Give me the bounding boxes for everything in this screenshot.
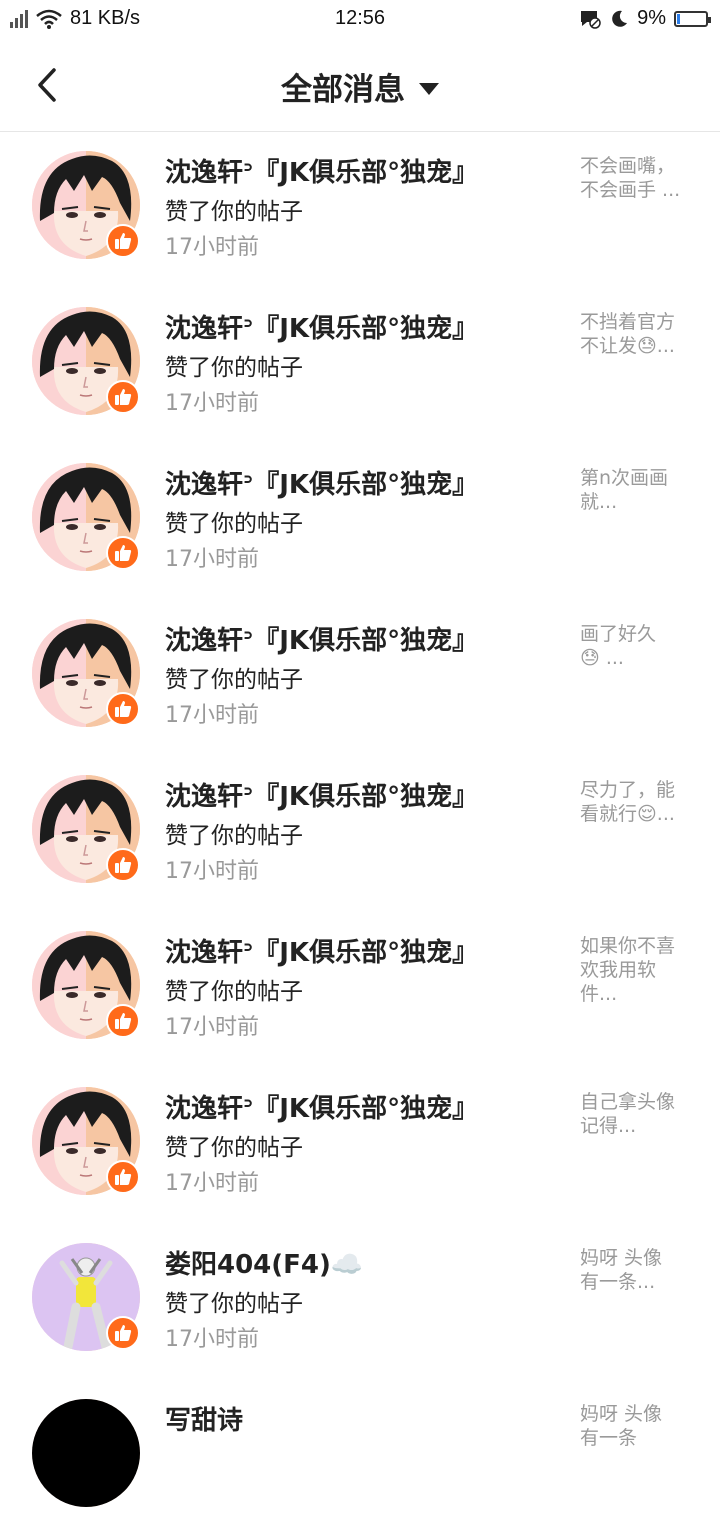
action-text: 赞了你的帖子: [165, 511, 303, 537]
header: 全部消息: [0, 40, 720, 132]
timestamp: 17小时前: [165, 1171, 259, 1196]
thumbs-up-icon: [115, 545, 132, 561]
message-item[interactable]: 写甜诗 妈呀 头像 有一条: [0, 1380, 720, 1536]
caret-down-icon: [419, 82, 439, 95]
message-item[interactable]: 沈逸轩ᐣ『JK俱乐部°独宠』 赞了你的帖子 17小时前 不挡着官方 不让发😓..…: [0, 288, 720, 444]
message-item[interactable]: 沈逸轩ᐣ『JK俱乐部°独宠』 赞了你的帖子 17小时前 尽力了，能 看就行😌..…: [0, 756, 720, 912]
message-list: 沈逸轩ᐣ『JK俱乐部°独宠』 赞了你的帖子 17小时前 不会画嘴， 不会画手 .…: [0, 132, 720, 1536]
post-snippet[interactable]: 自己拿头像 记得...: [580, 1090, 698, 1138]
like-badge: [106, 692, 140, 726]
message-item[interactable]: 沈逸轩ᐣ『JK俱乐部°独宠』 赞了你的帖子 17小时前 第n次画画 就...: [0, 444, 720, 600]
post-snippet[interactable]: 妈呀 头像 有一条...: [580, 1246, 698, 1294]
post-snippet[interactable]: 画了好久 😓 ...: [580, 622, 698, 670]
thumbs-up-icon: [115, 233, 132, 249]
post-snippet[interactable]: 不会画嘴， 不会画手 ...: [580, 154, 698, 202]
like-badge: [106, 1316, 140, 1350]
message-filter-dropdown[interactable]: 全部消息: [0, 64, 720, 109]
timestamp: 17小时前: [165, 547, 259, 572]
post-snippet[interactable]: 妈呀 头像 有一条: [580, 1402, 698, 1450]
sender-name[interactable]: 沈逸轩ᐣ『JK俱乐部°独宠』: [165, 152, 478, 189]
sender-name[interactable]: 写甜诗: [165, 1400, 243, 1437]
like-badge: [106, 1160, 140, 1194]
status-right: 9%: [579, 7, 711, 30]
action-text: 赞了你的帖子: [165, 1135, 303, 1161]
post-snippet[interactable]: 如果你不喜 欢我用软 件...: [580, 934, 698, 1006]
battery-percent: 9%: [637, 7, 666, 29]
sender-name[interactable]: 沈逸轩ᐣ『JK俱乐部°独宠』: [165, 620, 478, 657]
avatar[interactable]: [32, 1399, 140, 1507]
action-text: 赞了你的帖子: [165, 823, 303, 849]
status-bar: 81 KB/s 12:56 9%: [0, 0, 720, 40]
sender-name[interactable]: 沈逸轩ᐣ『JK俱乐部°独宠』: [165, 932, 478, 969]
post-snippet[interactable]: 尽力了，能 看就行😌...: [580, 778, 698, 826]
timestamp: 17小时前: [165, 391, 259, 416]
message-item[interactable]: 沈逸轩ᐣ『JK俱乐部°独宠』 赞了你的帖子 17小时前 自己拿头像 记得...: [0, 1068, 720, 1224]
thumbs-up-icon: [115, 389, 132, 405]
timestamp: 17小时前: [165, 1015, 259, 1040]
like-badge: [106, 848, 140, 882]
like-badge: [106, 224, 140, 258]
sender-name[interactable]: 沈逸轩ᐣ『JK俱乐部°独宠』: [165, 308, 478, 345]
message-item[interactable]: 沈逸轩ᐣ『JK俱乐部°独宠』 赞了你的帖子 17小时前 如果你不喜 欢我用软 件…: [0, 912, 720, 1068]
timestamp: 17小时前: [165, 703, 259, 728]
page-title: 全部消息: [281, 72, 405, 108]
action-text: 赞了你的帖子: [165, 355, 303, 381]
sender-name[interactable]: 沈逸轩ᐣ『JK俱乐部°独宠』: [165, 776, 478, 813]
moon-icon: [612, 10, 628, 27]
sender-name[interactable]: 娄阳404(F4)☁️: [165, 1244, 363, 1281]
message-item[interactable]: 沈逸轩ᐣ『JK俱乐部°独宠』 赞了你的帖子 17小时前 画了好久 😓 ...: [0, 600, 720, 756]
post-snippet[interactable]: 第n次画画 就...: [580, 466, 698, 514]
thumbs-up-icon: [115, 1013, 132, 1029]
sender-name[interactable]: 沈逸轩ᐣ『JK俱乐部°独宠』: [165, 1088, 478, 1125]
message-item[interactable]: 娄阳404(F4)☁️ 赞了你的帖子 17小时前 妈呀 头像 有一条...: [0, 1224, 720, 1380]
message-muted-icon: [581, 10, 601, 29]
thumbs-up-icon: [115, 1325, 132, 1341]
sender-name[interactable]: 沈逸轩ᐣ『JK俱乐部°独宠』: [165, 464, 478, 501]
action-text: 赞了你的帖子: [165, 667, 303, 693]
thumbs-up-icon: [115, 857, 132, 873]
like-badge: [106, 1004, 140, 1038]
like-badge: [106, 380, 140, 414]
battery-icon: [674, 10, 711, 27]
action-text: 赞了你的帖子: [165, 979, 303, 1005]
message-item[interactable]: 沈逸轩ᐣ『JK俱乐部°独宠』 赞了你的帖子 17小时前 不会画嘴， 不会画手 .…: [0, 132, 720, 288]
thumbs-up-icon: [115, 701, 132, 717]
timestamp: 17小时前: [165, 859, 259, 884]
action-text: 赞了你的帖子: [165, 1291, 303, 1317]
post-snippet[interactable]: 不挡着官方 不让发😓...: [580, 310, 698, 358]
thumbs-up-icon: [115, 1169, 132, 1185]
timestamp: 17小时前: [165, 235, 259, 260]
like-badge: [106, 536, 140, 570]
action-text: 赞了你的帖子: [165, 199, 303, 225]
timestamp: 17小时前: [165, 1327, 259, 1352]
